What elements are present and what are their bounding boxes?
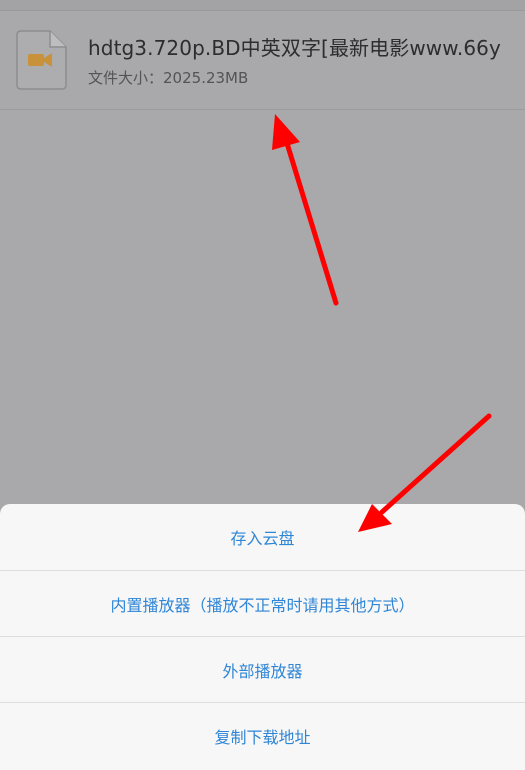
video-file-icon [14,29,68,91]
save-to-cloud-label: 存入云盘 [230,528,295,548]
builtin-player-button[interactable]: 内置播放器（播放不正常时请用其他方式） [0,571,525,636]
external-player-button[interactable]: 外部播放器 [0,637,525,702]
file-size-label: 文件大小： [88,69,164,87]
file-name: hdtg3.720p.BD中英双字[最新电影www.66y [88,36,501,60]
file-info-row[interactable]: hdtg3.720p.BD中英双字[最新电影www.66y 文件大小：2025.… [0,11,525,110]
file-size-value: 2025.23MB [163,69,249,87]
external-player-label: 外部播放器 [222,661,303,681]
save-to-cloud-button[interactable]: 存入云盘 [0,504,525,569]
action-sheet: 存入云盘 内置播放器（播放不正常时请用其他方式） 外部播放器 复制下载地址 [0,504,525,770]
copy-download-url-button[interactable]: 复制下载地址 [0,703,525,768]
top-status-strip [0,0,525,11]
arrow-pointing-to-file [272,114,339,306]
copy-download-url-label: 复制下载地址 [214,727,311,747]
builtin-player-label: 内置播放器（播放不正常时请用其他方式） [110,595,415,615]
file-size: 文件大小：2025.23MB [88,67,248,88]
